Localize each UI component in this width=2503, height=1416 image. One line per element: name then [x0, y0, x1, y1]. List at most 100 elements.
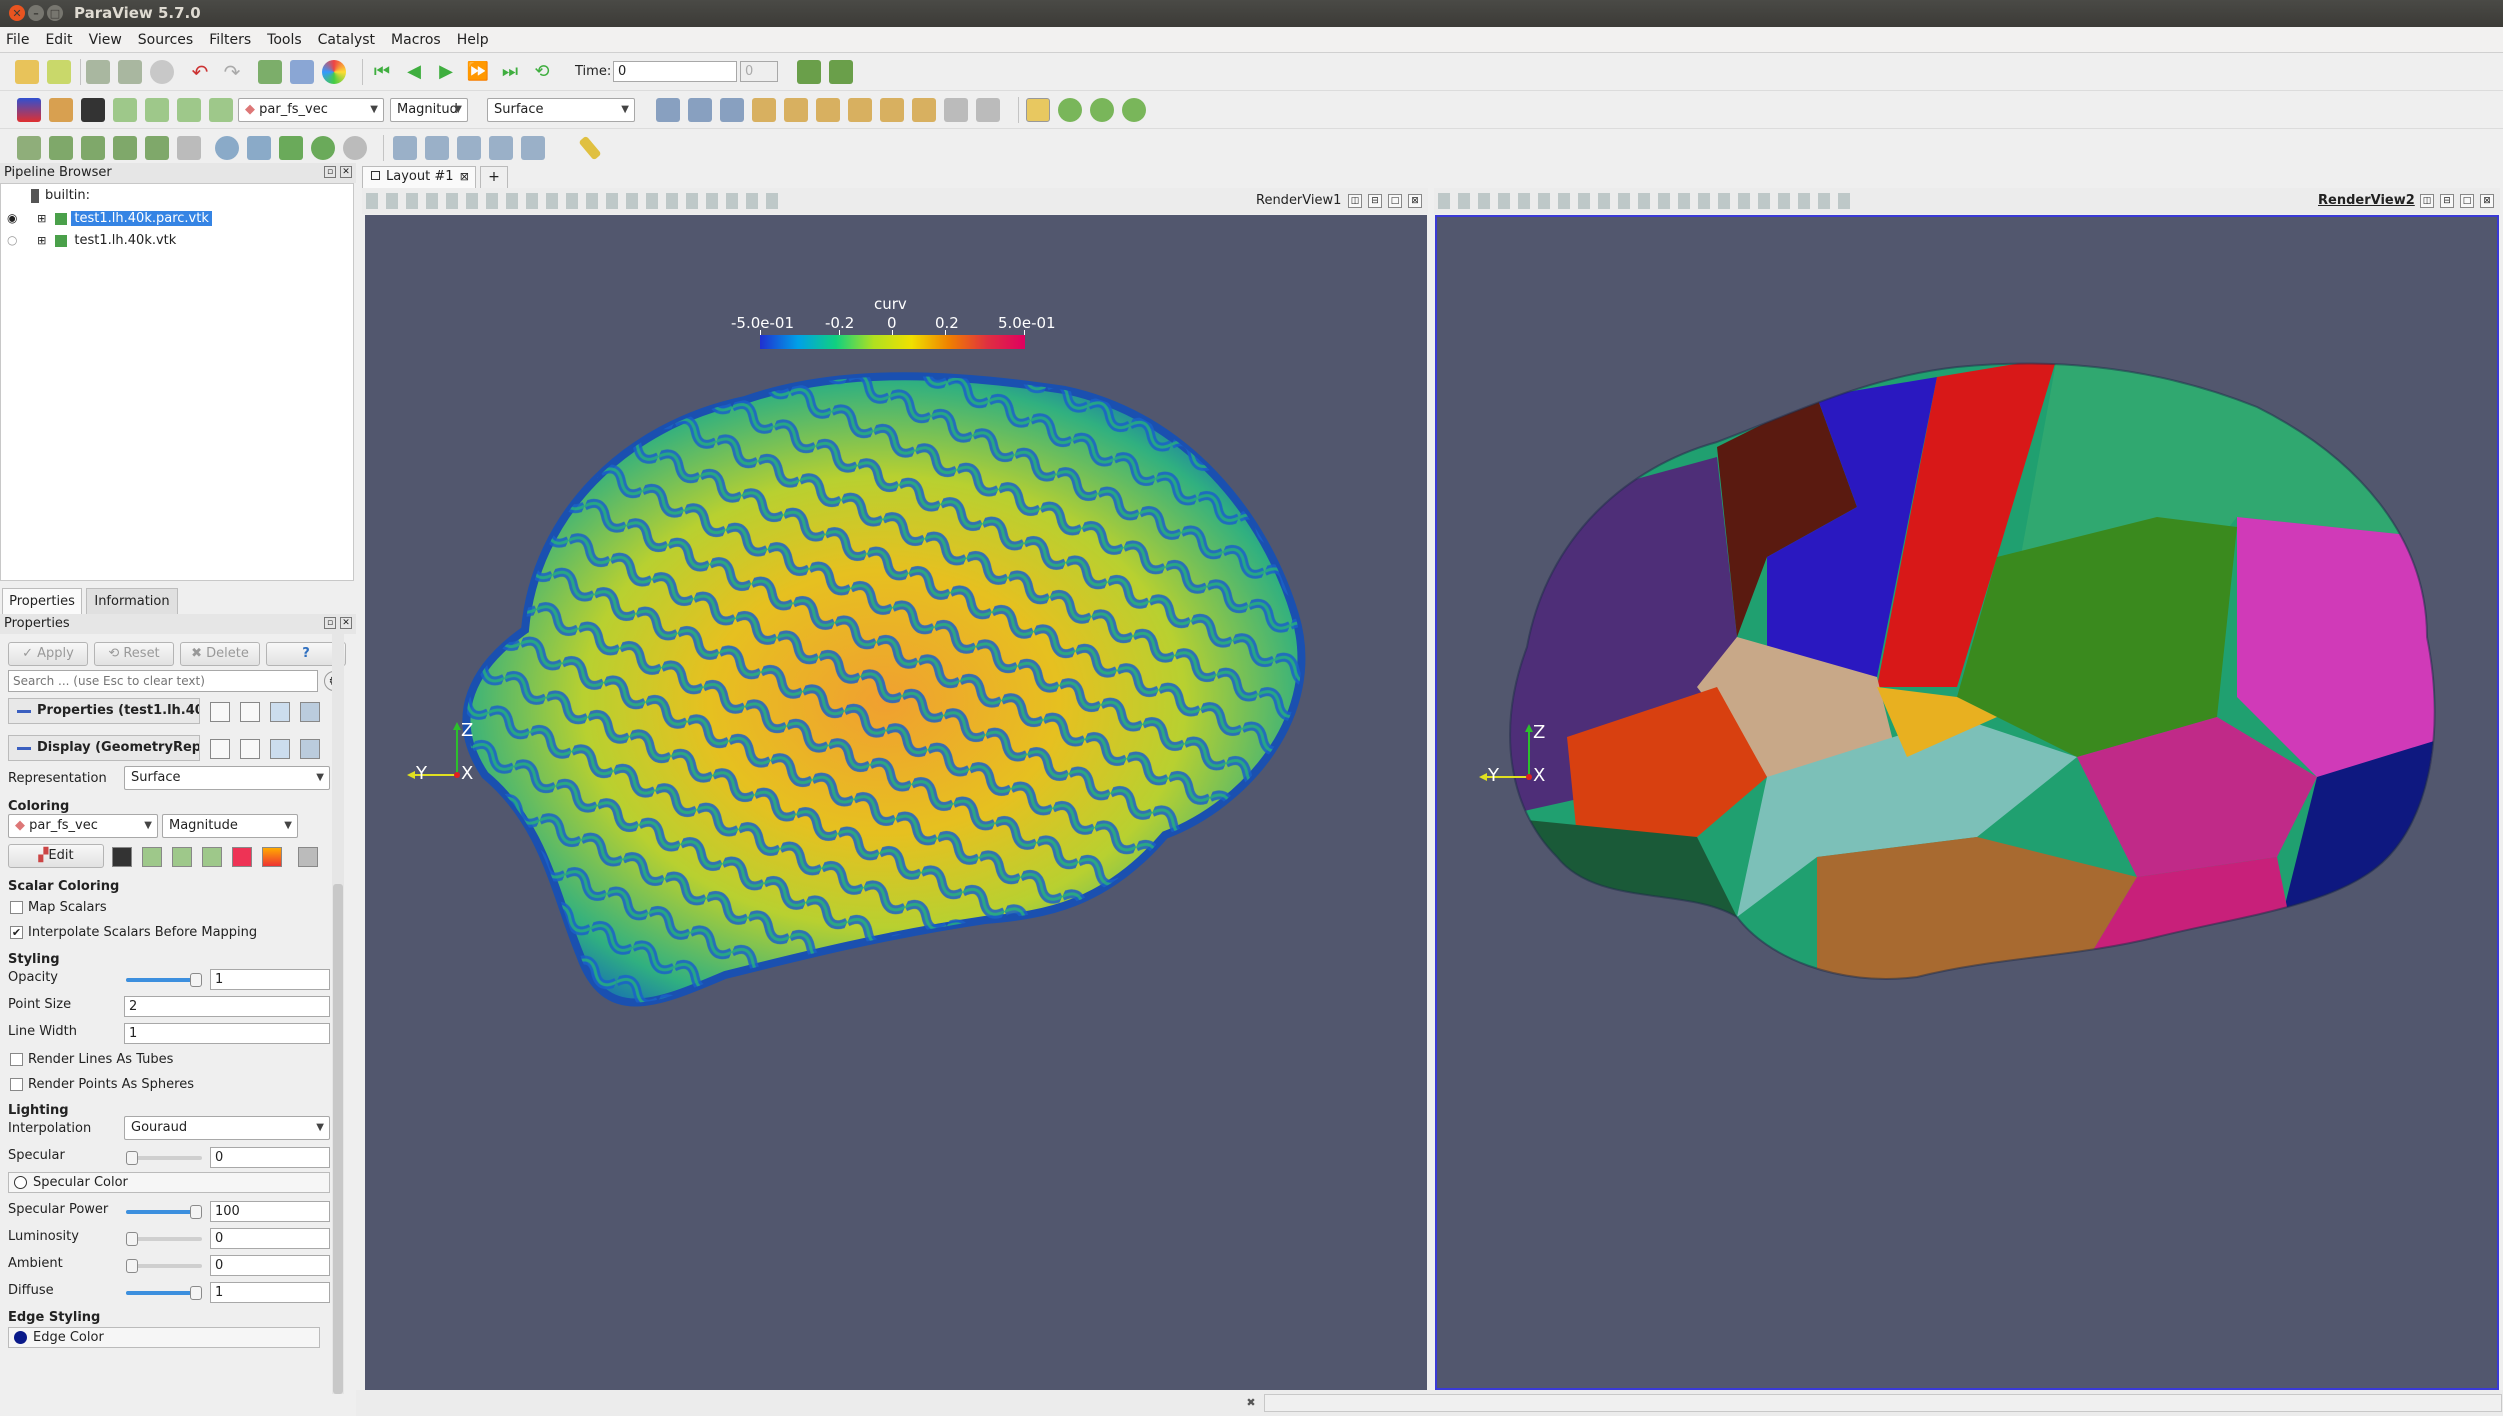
interaction-mode-icon[interactable] [1026, 98, 1050, 122]
camera-tools[interactable] [366, 193, 786, 209]
rescale-temporal-icon[interactable] [202, 847, 222, 867]
warp-icon[interactable] [279, 136, 303, 160]
copy-icon[interactable] [210, 739, 230, 759]
reset-camera-icon[interactable] [656, 98, 680, 122]
delete-button[interactable]: ✖ Delete [180, 642, 260, 666]
view-minus-y-icon[interactable] [848, 98, 872, 122]
rescale-range-icon[interactable] [113, 98, 137, 122]
choose-preset-icon[interactable] [298, 847, 318, 867]
edit-colormap-button[interactable]: ▞Edit [8, 844, 104, 868]
opacity-slider[interactable] [126, 973, 202, 987]
menu-edit[interactable]: Edit [45, 32, 72, 48]
color-array-select[interactable]: ◆ par_fs_vec ▼ [238, 98, 384, 122]
color-palette-icon[interactable] [322, 60, 346, 84]
render-points-spheres-checkbox[interactable] [10, 1078, 23, 1091]
calculator-icon[interactable] [17, 136, 41, 160]
map-scalars-checkbox[interactable] [10, 901, 23, 914]
save-defaults-icon[interactable] [300, 702, 320, 722]
expand-icon[interactable]: ⊞ [37, 231, 51, 251]
specular-color-button[interactable]: Specular Color [8, 1172, 330, 1193]
maximize-view-icon[interactable]: □ [1388, 194, 1402, 208]
eye-hidden-icon[interactable]: ○ [7, 230, 19, 250]
reload-icon[interactable] [270, 739, 290, 759]
interpolate-scalars-checkbox[interactable]: ✔ [10, 926, 23, 939]
pipeline-item-parc[interactable]: ◉ ⊞ test1.lh.40k.parc.vtk [7, 208, 357, 228]
reset-camera-closest-icon[interactable] [688, 98, 712, 122]
representation-select[interactable]: Surface ▼ [487, 98, 635, 122]
diffuse-slider[interactable] [126, 1286, 202, 1300]
specular-slider[interactable] [126, 1151, 202, 1165]
renderview2[interactable]: Z Y X [1435, 215, 2499, 1390]
minimize-window-button[interactable]: – [28, 5, 44, 21]
disconnect-icon[interactable] [118, 60, 142, 84]
tab-information[interactable]: Information [86, 588, 178, 614]
camera-tools[interactable] [1438, 193, 1858, 209]
color-legend-icon[interactable] [17, 98, 41, 122]
orbit-icon[interactable] [1058, 98, 1082, 122]
interpolation-combo[interactable]: Gouraud ▼ [124, 1116, 330, 1140]
solid-color-icon[interactable] [81, 98, 105, 122]
paste-icon[interactable] [240, 739, 260, 759]
select-block-icon[interactable] [489, 136, 513, 160]
undo-icon[interactable]: ↶ [188, 60, 212, 84]
close-view-icon[interactable]: ⊠ [1408, 194, 1422, 208]
menu-help[interactable]: Help [457, 32, 489, 48]
ambient-slider[interactable] [126, 1259, 202, 1273]
view-plus-z-icon[interactable] [880, 98, 904, 122]
maximize-view-icon[interactable]: □ [2460, 194, 2474, 208]
float-panel-icon[interactable]: ▫ [324, 617, 336, 629]
ruler-icon[interactable] [578, 135, 602, 161]
menu-macros[interactable]: Macros [391, 32, 441, 48]
properties-search-input[interactable] [8, 670, 318, 692]
line-width-input[interactable]: 1 [124, 1023, 330, 1044]
luminosity-input[interactable]: 0 [210, 1228, 330, 1249]
memory-inspector-icon[interactable]: ✖ [1244, 1396, 1258, 1410]
maximize-window-button[interactable]: □ [47, 5, 63, 21]
diffuse-input[interactable]: 1 [210, 1282, 330, 1303]
opacity-input[interactable]: 1 [210, 969, 330, 990]
last-frame-icon[interactable]: ⏭ [498, 60, 522, 84]
connect-icon[interactable] [86, 60, 110, 84]
menu-tools[interactable]: Tools [267, 32, 302, 48]
rotate-icon[interactable] [1090, 98, 1114, 122]
expand-icon[interactable]: ⊞ [37, 209, 51, 229]
eye-visible-icon[interactable]: ◉ [7, 208, 19, 228]
apply-button[interactable]: ✓ Apply [8, 642, 88, 666]
first-frame-icon[interactable]: ⏮ [370, 60, 394, 84]
edge-color-button[interactable]: Edge Color [8, 1327, 320, 1348]
pipeline-item-surface[interactable]: ○ ⊞ test1.lh.40k.vtk [7, 230, 357, 250]
rescale-temporal-icon[interactable] [177, 98, 201, 122]
zoom-closest-icon[interactable] [829, 60, 853, 84]
time-step-spinbox[interactable]: 0 [740, 61, 778, 82]
component-select[interactable]: Magnitud ▼ [390, 98, 468, 122]
scrollbar-thumb[interactable] [333, 884, 343, 1394]
extract-subset-icon[interactable] [177, 136, 201, 160]
close-view-icon[interactable]: ⊠ [2480, 194, 2494, 208]
rescale-range-icon[interactable] [142, 847, 162, 867]
save-screenshot-icon[interactable] [290, 60, 314, 84]
close-panel-icon[interactable]: ✕ [340, 166, 352, 178]
redo-icon[interactable]: ↷ [220, 60, 244, 84]
view-plus-x-icon[interactable] [752, 98, 776, 122]
copy-icon[interactable] [210, 702, 230, 722]
float-panel-icon[interactable]: ▫ [324, 166, 336, 178]
menu-catalyst[interactable]: Catalyst [318, 32, 375, 48]
reload-icon[interactable] [270, 702, 290, 722]
layout-tab[interactable]: Layout #1 ⊠ [362, 166, 476, 188]
display-group-header[interactable]: Display (GeometryRep [8, 735, 200, 761]
edit-color-map-icon[interactable] [49, 98, 73, 122]
view-minus-x-icon[interactable] [784, 98, 808, 122]
reset-session-icon[interactable] [258, 60, 282, 84]
close-window-button[interactable]: ✕ [9, 5, 25, 21]
view-minus-z-icon[interactable] [912, 98, 936, 122]
select-frustum-icon[interactable] [457, 136, 481, 160]
split-horizontal-icon[interactable]: ◫ [2420, 194, 2434, 208]
timer-icon[interactable] [150, 60, 174, 84]
paste-icon[interactable] [240, 702, 260, 722]
coloring-array-combo[interactable]: ◆ par_fs_vec ▼ [8, 814, 158, 838]
close-tab-icon[interactable]: ⊠ [460, 167, 469, 187]
refresh-icon[interactable] [1122, 98, 1146, 122]
stream-tracer-icon[interactable] [247, 136, 271, 160]
zoom-to-data-icon[interactable] [797, 60, 821, 84]
render-lines-tubes-checkbox[interactable] [10, 1053, 23, 1066]
